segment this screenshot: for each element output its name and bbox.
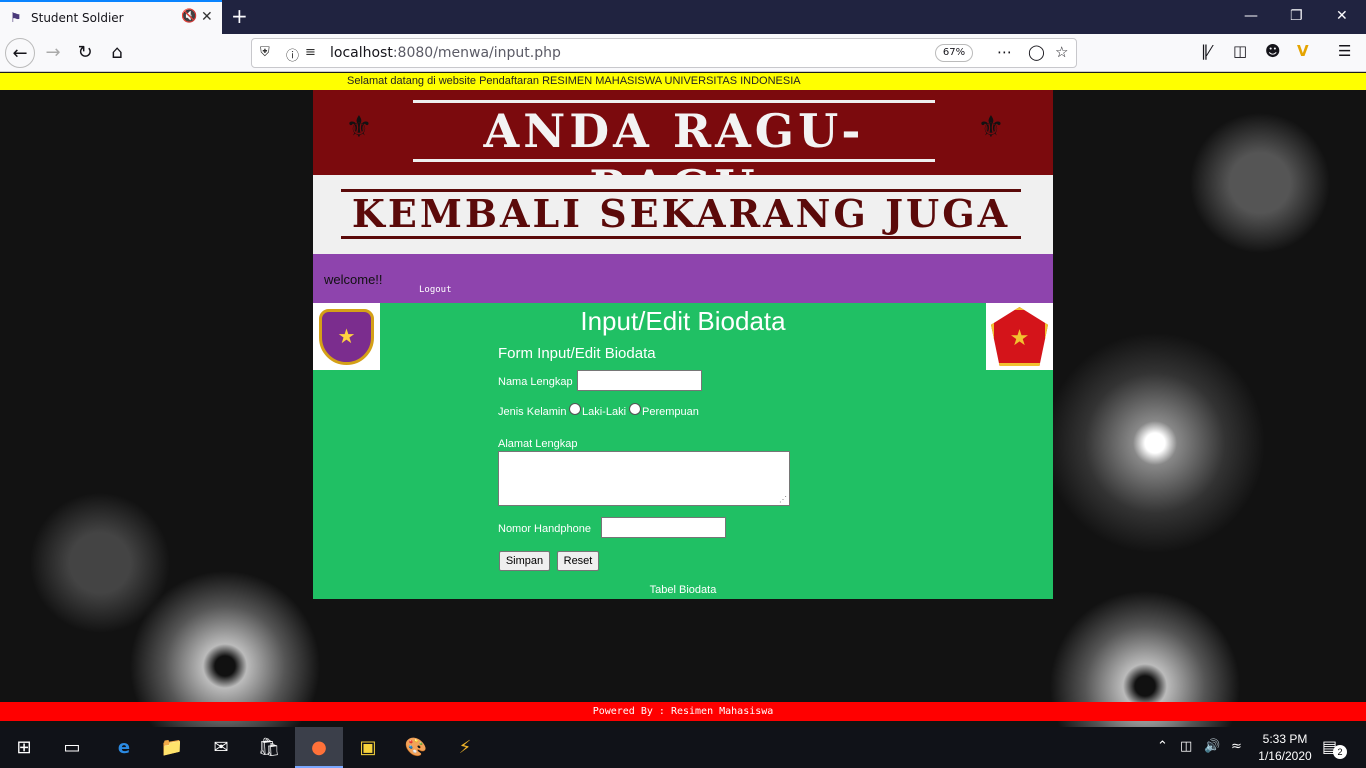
page-title: Input/Edit Biodata [580,306,786,336]
battery-icon[interactable]: ◫ [1180,739,1192,754]
reset-button[interactable]: Reset [557,551,599,571]
banner-title-2: KEMBALI SEKARANG JUGA [341,189,1021,239]
page-actions-icon[interactable]: ⋯ [997,43,1012,61]
alamat-textarea[interactable]: ⋰ [498,451,790,506]
main-container: ⚜ ANDA RAGU-RAGU ⚜ KEMBALI SEKARANG JUGA… [313,90,1053,599]
banner-title-1: ANDA RAGU-RAGU [413,100,935,214]
task-view-icon[interactable]: ▭ [48,727,96,768]
tray-chevron-icon[interactable]: ⌃ [1157,739,1168,754]
home-button[interactable]: ⌂ [102,38,132,68]
info-icon[interactable]: ⓘ [286,45,299,64]
site-favicon-icon: ⚑ [10,11,22,26]
new-tab-button[interactable]: + [231,4,248,28]
app-icon[interactable]: ⚡ [441,727,489,768]
address-bar[interactable]: ⛨ ⓘ ≡ localhost:8080/menwa/input.php 67%… [251,38,1077,68]
mail-icon[interactable]: ✉ [197,727,245,768]
form-title: Form Input/Edit Biodata [498,345,656,362]
menu-icon[interactable]: ☰ [1338,42,1351,60]
taskbar: ⊞ ▭ e 📁 ✉ 🛍 ● ▣ 🎨 ⚡ ⌃ ◫ 🔊 ≈ 5:33 PM 1/16… [0,727,1366,768]
firefox-icon[interactable]: ● [295,727,343,768]
radio-laki-laki-label: Laki-Laki [582,406,627,418]
radio-laki-laki[interactable] [569,403,581,415]
notification-count: 2 [1333,745,1347,759]
nama-label: Nama Lengkap [498,376,573,388]
save-button[interactable]: Simpan [499,551,550,571]
alamat-label: Alamat Lengkap [498,438,578,450]
browser-nav-bar: ← → ↻ ⌂ ⛨ ⓘ ≡ localhost:8080/menwa/input… [0,34,1366,72]
user-greeting: welcome!! [324,272,383,287]
banner-top: ⚜ ANDA RAGU-RAGU ⚜ [313,90,1053,214]
tabel-biodata-link[interactable]: Tabel Biodata [313,584,1053,596]
hp-label: Nomor Handphone [498,523,591,535]
wifi-icon[interactable]: ≈ [1231,739,1242,754]
welcome-text: Selamat datang di website Pendaftaran RE… [347,75,801,87]
radio-perempuan[interactable] [629,403,641,415]
emblem-right-icon: ⚜ [977,110,1005,145]
logout-link[interactable]: Logout [419,285,452,295]
restore-icon[interactable]: ❐ [1290,8,1303,24]
user-bar: welcome!! Logout [313,254,1053,303]
zoom-indicator[interactable]: 67% [935,44,973,62]
pocket-icon[interactable]: ◯ [1028,43,1045,61]
sticky-notes-icon[interactable]: ▣ [344,727,392,768]
resize-grip-icon[interactable]: ⋰ [779,495,787,504]
web-page: Selamat datang di website Pendaftaran RE… [0,73,1366,727]
back-button[interactable]: ← [5,38,35,68]
library-icon[interactable]: ‖⁄ [1201,42,1211,60]
account-icon[interactable]: ☻ [1265,42,1281,60]
radio-perempuan-label: Perempuan [642,406,699,418]
store-icon[interactable]: 🛍 [245,727,293,768]
close-tab-icon[interactable]: ✕ [201,9,213,25]
close-window-icon[interactable]: ✕ [1336,8,1348,24]
edge-icon[interactable]: e [100,727,148,768]
start-icon[interactable]: ⊞ [0,727,48,768]
footer-bar: Powered By : Resimen Mahasiswa [0,702,1366,721]
shield-icon[interactable]: ⛨ [260,45,270,60]
clock-date: 1/16/2020 [1258,749,1312,763]
extension-icon[interactable]: V [1297,42,1309,60]
banner-bottom: KEMBALI SEKARANG JUGA [313,175,1053,254]
file-explorer-icon[interactable]: 📁 [148,727,196,768]
bookmark-star-icon[interactable]: ☆ [1055,43,1068,61]
gender-label: Jenis Kelamin [498,406,567,418]
clock-time: 5:33 PM [1262,732,1308,746]
notifications-icon[interactable]: ▤ 2 [1322,737,1347,759]
hp-input[interactable] [601,517,726,538]
permissions-icon[interactable]: ≡ [305,45,316,60]
minimize-icon[interactable]: — [1244,8,1258,24]
sidebar-icon[interactable]: ◫ [1233,42,1247,60]
clock[interactable]: 5:33 PM 1/16/2020 [1255,731,1315,765]
browser-tab-bar: ⚑ Student Soldier 🔇 ✕ + — ❐ ✕ [0,0,1366,34]
forward-button[interactable]: → [38,38,68,68]
form-section: ★ ★ Input/Edit Biodata Form Input/Edit B… [313,303,1053,599]
tab-title: Student Soldier [31,11,124,25]
emblem-left-icon: ⚜ [345,110,373,145]
nama-input[interactable] [577,370,702,391]
welcome-marquee: Selamat datang di website Pendaftaran RE… [0,73,1366,90]
paint-icon[interactable]: 🎨 [392,727,440,768]
reload-button[interactable]: ↻ [70,38,100,68]
url-text: localhost:8080/menwa/input.php [330,45,561,61]
browser-tab[interactable]: ⚑ Student Soldier 🔇 ✕ [0,0,222,34]
volume-icon[interactable]: 🔊 [1204,739,1220,754]
mute-tab-icon[interactable]: 🔇 [181,9,197,24]
